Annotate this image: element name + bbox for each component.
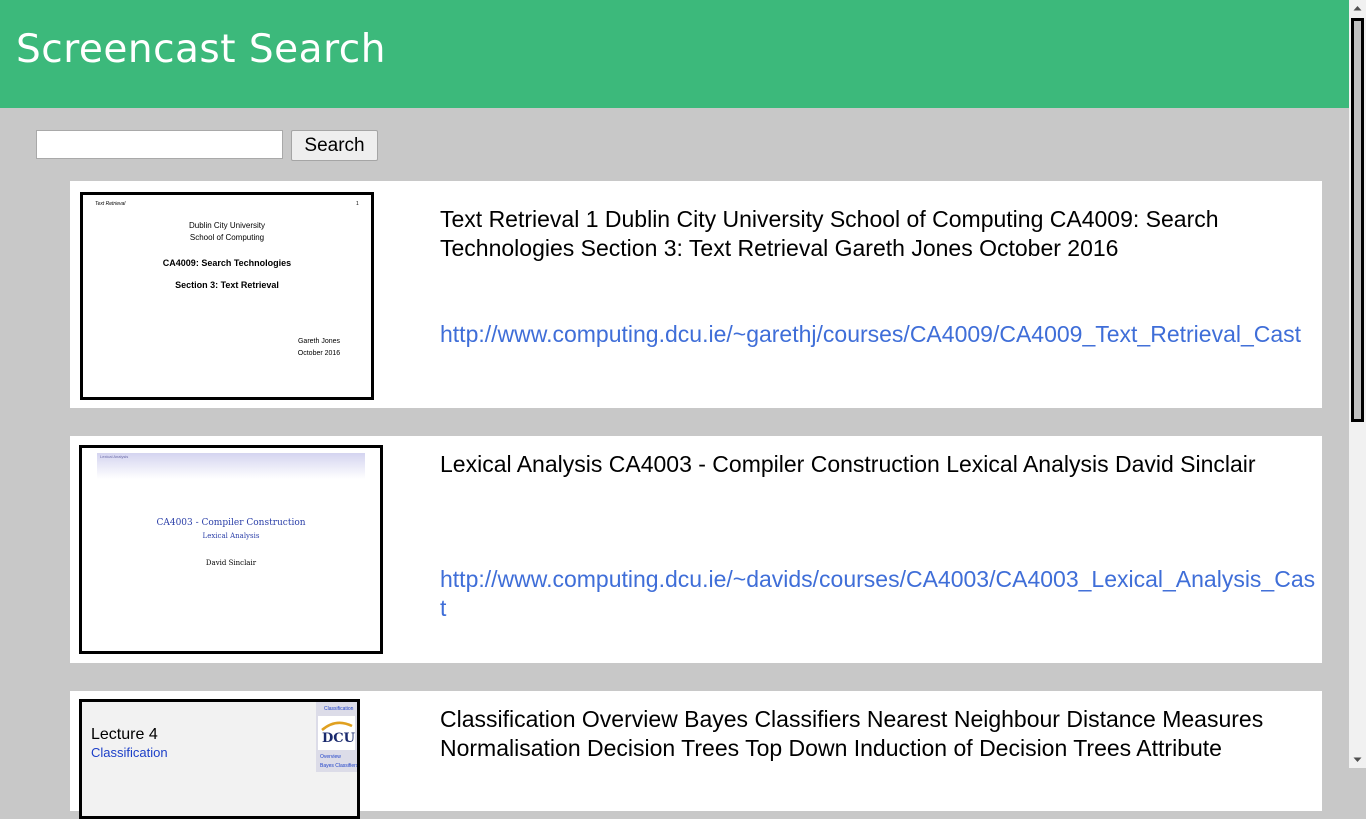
thumbnail-author: Gareth Jones	[297, 338, 341, 345]
result-card: Text Retrieval 1 Dublin City University …	[70, 181, 1322, 408]
thumbnail-nav: Overview	[320, 754, 341, 760]
thumbnail-nav: Bayes Classifiers	[320, 763, 359, 769]
thumbnail-date: October 2016	[297, 350, 341, 357]
dcu-logo-text: DCU	[322, 731, 355, 746]
thumbnail-line: Lecture 4	[91, 726, 158, 743]
result-thumbnail[interactable]: Lecture 4 Classification Classification …	[79, 699, 360, 819]
result-thumbnail[interactable]: Text Retrieval 1 Dublin City University …	[80, 192, 374, 400]
thumbnail-line: School of Computing	[189, 233, 265, 242]
thumbnail-header: Text Retrieval	[95, 201, 126, 207]
result-title: Classification Overview Bayes Classifier…	[440, 706, 1264, 761]
result-card: Lecture 4 Classification Classification …	[70, 691, 1322, 819]
thumbnail-line: Section 3: Text Retrieval	[175, 280, 279, 290]
vertical-scrollbar[interactable]	[1349, 0, 1366, 768]
thumbnail-page-number: 1	[356, 201, 359, 207]
thumbnail-line: Classification	[91, 745, 168, 760]
thumbnail-header: Lexical Analysis	[100, 454, 129, 459]
result-link[interactable]: http://www.computing.dcu.ie/~garethj/cou…	[440, 320, 1320, 349]
thumbnail-header-bar	[97, 453, 365, 479]
app-header: Screencast Search	[0, 0, 1349, 108]
thumbnail-author: David Sinclair	[205, 559, 257, 567]
dcu-logo-icon: DCU	[318, 716, 355, 750]
result-link[interactable]: http://www.computing.dcu.ie/~davids/cour…	[440, 565, 1320, 623]
result-thumbnail[interactable]: Lexical Analysis CA4003 - Compiler Const…	[79, 445, 383, 654]
thumbnail-nav: Classification	[324, 706, 354, 712]
scroll-down-arrow-icon[interactable]	[1349, 751, 1366, 768]
result-title: Lexical Analysis CA4003 - Compiler Const…	[440, 451, 1256, 477]
thumbnail-line: CA4009: Search Technologies	[162, 258, 292, 268]
thumbnail-line: Dublin City University	[188, 221, 266, 230]
thumbnail-line: CA4003 - Compiler Construction	[156, 518, 306, 528]
scroll-up-arrow-icon[interactable]	[1349, 0, 1366, 17]
result-title: Text Retrieval 1 Dublin City University …	[440, 206, 1219, 261]
search-button[interactable]: Search	[291, 130, 378, 161]
thumbnail-line: Lexical Analysis	[202, 532, 260, 540]
result-card: Lexical Analysis CA4003 - Compiler Const…	[70, 436, 1322, 663]
scrollbar-thumb[interactable]	[1351, 18, 1364, 422]
search-input[interactable]	[36, 130, 283, 159]
page-title: Screencast Search	[16, 27, 386, 72]
